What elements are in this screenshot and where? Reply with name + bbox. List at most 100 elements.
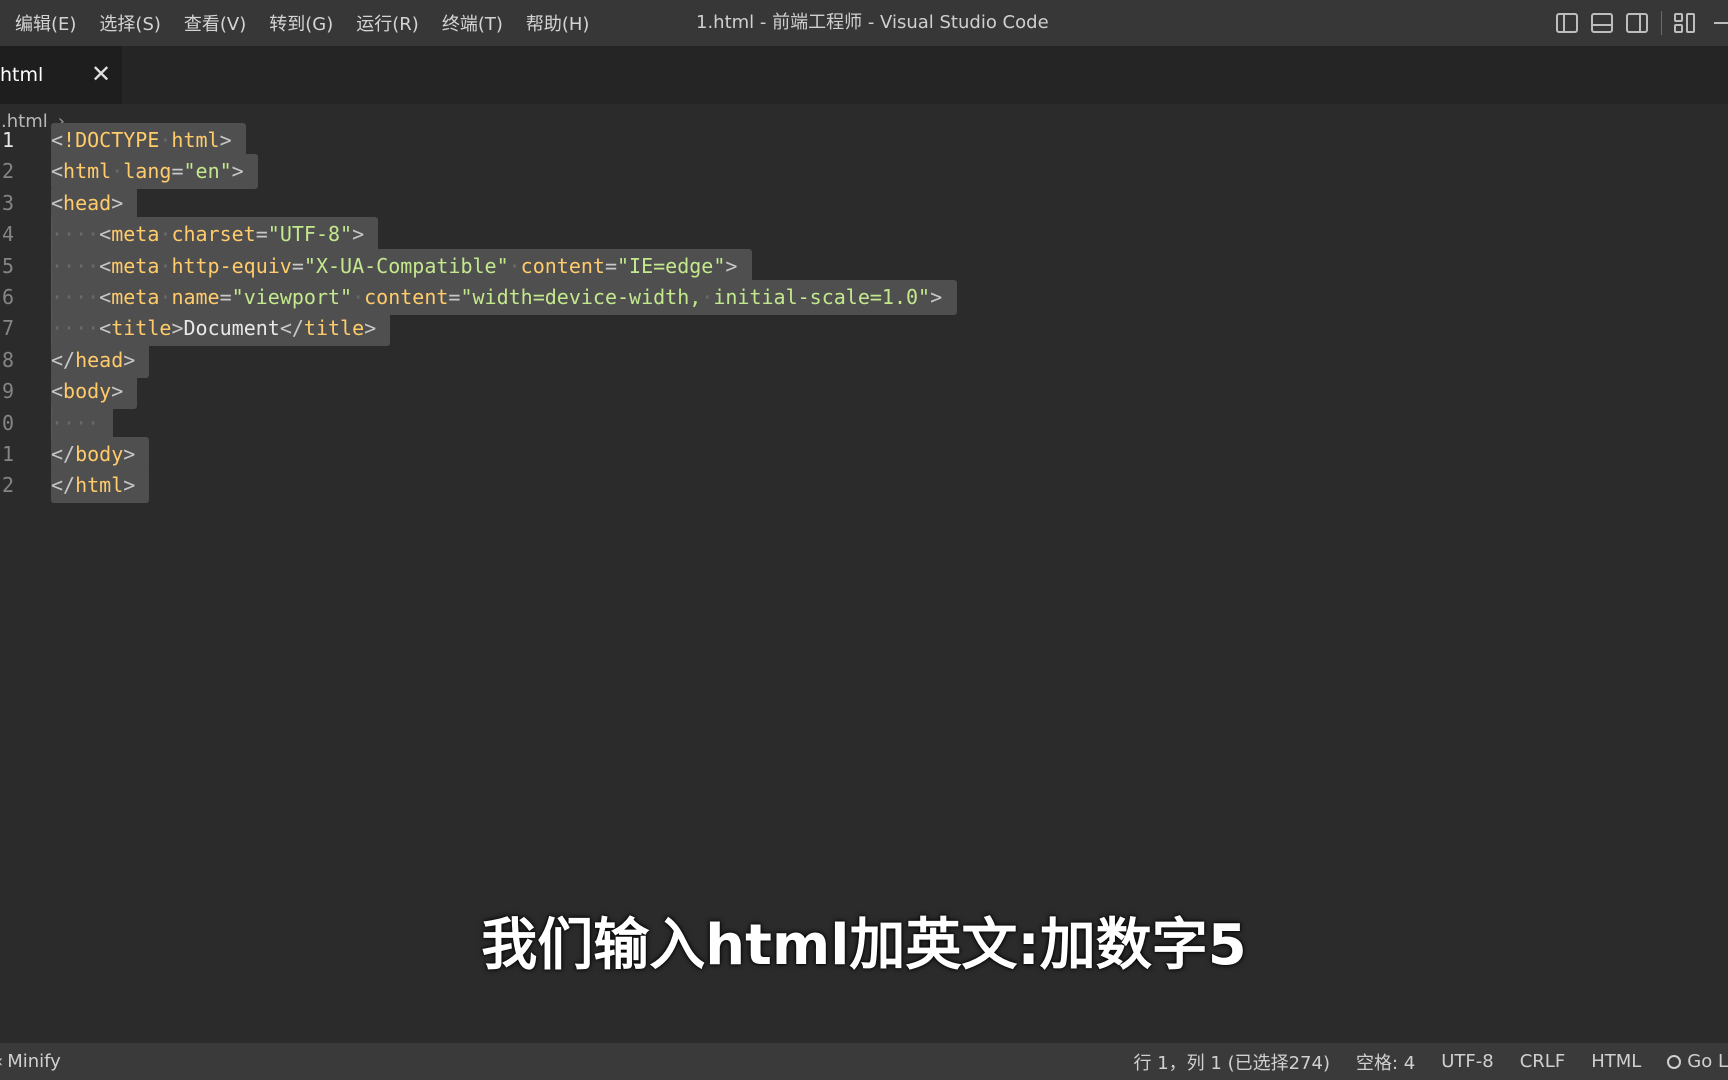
toggle-secondary-sidebar-icon[interactable] — [1626, 13, 1648, 33]
layout-controls — [1556, 0, 1728, 46]
menu-view[interactable]: 查看(V) — [184, 10, 246, 36]
status-minify[interactable]: Minify — [7, 1051, 61, 1072]
code-line[interactable]: 1 </body> — [0, 437, 1728, 472]
toggle-primary-sidebar-icon[interactable] — [1556, 13, 1578, 33]
code-token: "X-UA-Compatible" — [303, 253, 509, 278]
indent-guide — [51, 405, 52, 441]
code-token: meta — [111, 222, 160, 247]
code-token: = — [291, 253, 304, 278]
menu-help[interactable]: 帮助(H) — [526, 10, 590, 36]
line-number: 0 — [1, 410, 14, 435]
code-token: meta — [111, 253, 160, 278]
code-token: < — [51, 159, 64, 184]
code-text: <!DOCTYPE·html> — [51, 123, 232, 158]
code-token: = — [448, 285, 461, 309]
code-token: title — [303, 316, 365, 341]
code-text: ····<meta·http-equiv="X-UA-Compatible"·c… — [51, 249, 737, 284]
code-token: · — [508, 253, 521, 278]
code-token: "viewport" — [231, 285, 353, 309]
indent-guide — [51, 248, 52, 284]
toggle-panel-icon[interactable] — [1591, 13, 1613, 33]
code-token: ···· — [51, 410, 100, 435]
line-number: 1 — [1, 442, 14, 466]
code-token: · — [159, 128, 172, 152]
status-language[interactable]: HTML — [1591, 1051, 1641, 1072]
menu-bar: 编辑(E) 选择(S) 查看(V) 转到(G) 运行(R) 终端(T) 帮助(H… — [0, 0, 597, 46]
title-bar: 编辑(E) 选择(S) 查看(V) 转到(G) 运行(R) 终端(T) 帮助(H… — [0, 0, 1728, 46]
code-line[interactable]: 5 ····<meta·http-equiv="X-UA-Compatible"·… — [0, 248, 1728, 284]
code-token: html — [75, 473, 124, 498]
code-line[interactable]: 1 <!DOCTYPE·html> — [0, 123, 1728, 158]
menu-go[interactable]: 转到(G) — [269, 10, 333, 36]
customize-layout-icon[interactable] — [1674, 13, 1696, 33]
status-indentation[interactable]: 空格: 4 — [1356, 1049, 1415, 1075]
line-number: 4 — [1, 222, 14, 247]
code-token: "IE=edge" — [617, 253, 726, 278]
menu-run[interactable]: 运行(R) — [356, 10, 419, 36]
code-token: < — [51, 128, 64, 152]
tab-1-html[interactable]: html ✕ — [0, 46, 122, 104]
code-token: ···· — [51, 285, 100, 309]
code-token: lang — [123, 159, 172, 184]
minimize-icon[interactable] — [1714, 22, 1728, 24]
code-line[interactable]: 9 <body> — [0, 374, 1728, 410]
status-encoding[interactable]: UTF-8 — [1441, 1051, 1493, 1072]
code-token: title — [111, 316, 172, 341]
code-token: > — [123, 442, 136, 466]
menu-selection[interactable]: 选择(S) — [99, 10, 160, 36]
code-line[interactable]: 2 <html·lang="en"> — [0, 154, 1728, 190]
code-token: = — [219, 285, 232, 309]
close-icon[interactable]: ✕ — [88, 61, 114, 87]
code-line[interactable]: 2 </html> — [0, 468, 1728, 504]
status-bar: ‹ Minify 行 1，列 1 (已选择274) 空格: 4 UTF-8 CR… — [0, 1043, 1728, 1080]
code-token: Document — [183, 316, 280, 341]
code-text: ····<meta·charset="UTF-8"> — [51, 217, 364, 252]
go-live-label: Go L — [1687, 1051, 1728, 1072]
code-token: · — [352, 285, 365, 309]
code-token: = — [604, 253, 617, 278]
video-subtitle: 我们输入html加英文:加数字5 — [481, 913, 1247, 978]
code-token: ···· — [51, 222, 100, 247]
code-token: < — [99, 253, 112, 278]
code-line[interactable]: 6 ····<meta·name="viewport"·content="widt… — [0, 280, 1728, 315]
status-line-ending[interactable]: CRLF — [1520, 1051, 1565, 1072]
line-number: 8 — [1, 347, 14, 372]
code-token: · — [159, 253, 172, 278]
code-line[interactable]: 7 ····<title>Document</title> — [0, 311, 1728, 347]
code-text: </head> — [51, 343, 135, 378]
code-token: !DOCTYPE — [63, 128, 160, 152]
window-title: 1.html - 前端工程师 - Visual Studio Code — [696, 12, 1049, 33]
chevron-left-icon: ‹ — [0, 1051, 3, 1072]
code-token: · — [111, 159, 124, 184]
menu-terminal[interactable]: 终端(T) — [442, 10, 503, 36]
broadcast-icon — [1667, 1055, 1682, 1069]
code-token: · — [159, 285, 172, 309]
indent-guide — [51, 280, 52, 315]
line-number: 6 — [1, 285, 14, 309]
code-token: initial-scale=1.0" — [713, 285, 931, 309]
code-line[interactable]: 8 </head> — [0, 342, 1728, 378]
code-token: "width=device-width, — [460, 285, 702, 309]
menu-edit[interactable]: 编辑(E) — [15, 10, 76, 36]
line-number: 1 — [1, 128, 14, 152]
code-text: ···· — [51, 406, 99, 441]
code-token: > — [725, 253, 738, 278]
code-token: </ — [51, 473, 76, 498]
code-token: > — [364, 316, 377, 341]
code-line[interactable]: 3 <head> — [0, 185, 1728, 221]
code-token: > — [123, 473, 136, 498]
status-cursor-position[interactable]: 行 1，列 1 (已选择274) — [1134, 1049, 1330, 1075]
code-token: > — [352, 222, 365, 247]
status-go-live[interactable]: Go L — [1667, 1051, 1728, 1072]
code-line[interactable]: 4 ····<meta·charset="UTF-8"> — [0, 217, 1728, 253]
title-separator — [1661, 11, 1662, 35]
code-token: </ — [51, 347, 76, 372]
status-right: 行 1，列 1 (已选择274) 空格: 4 UTF-8 CRLF HTML G… — [1134, 1043, 1728, 1080]
code-line[interactable]: 0 ···· — [0, 405, 1728, 441]
code-token: = — [255, 222, 268, 247]
code-token: html — [171, 128, 220, 152]
code-token: < — [99, 285, 112, 309]
code-token: http-equiv — [171, 253, 292, 278]
code-text: ····<title>Document</title> — [51, 311, 376, 346]
code-token: > — [171, 316, 184, 341]
